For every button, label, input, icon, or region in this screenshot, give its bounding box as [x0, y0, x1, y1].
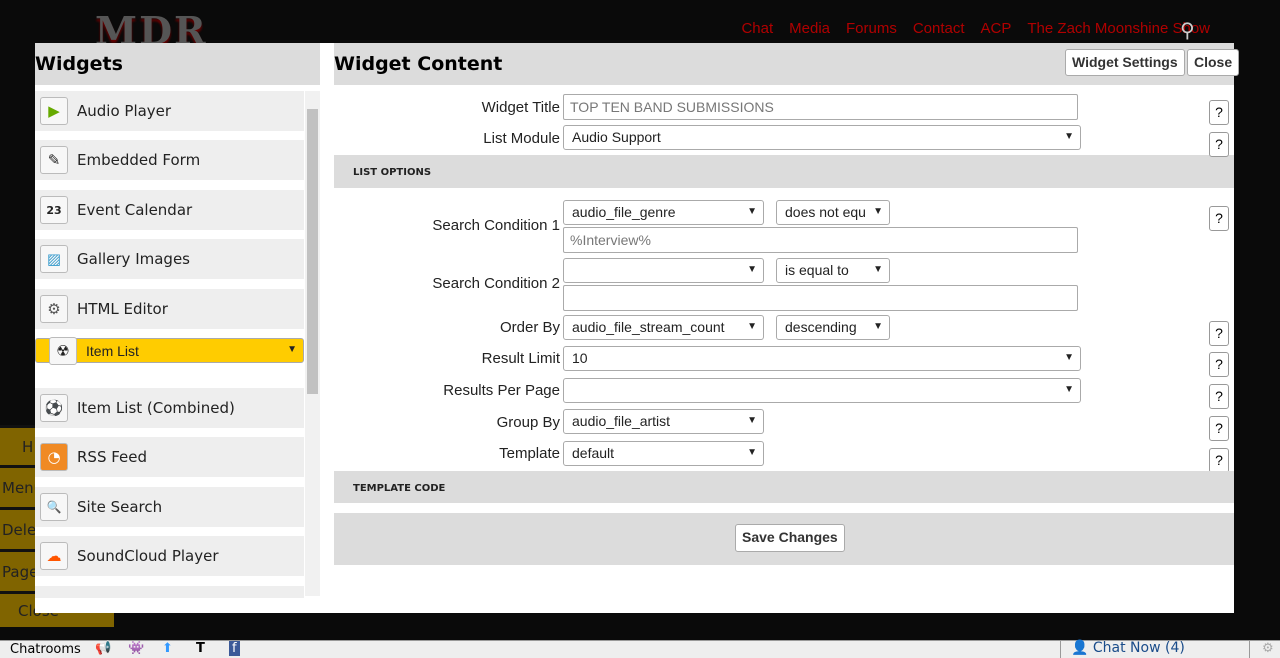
- chat-now-button[interactable]: 👤 Chat Now (4): [1060, 640, 1250, 658]
- widget-title-input[interactable]: TOP TEN BAND SUBMISSIONS: [563, 94, 1078, 120]
- widget-item-item-list-combined[interactable]: ⚽ Item List (Combined): [35, 388, 304, 428]
- widget-label: Gallery Images: [77, 250, 190, 268]
- gear-icon: ⚙: [40, 295, 68, 323]
- help-button-search-condition[interactable]: ?: [1209, 206, 1229, 231]
- group-by-select[interactable]: audio_file_artist: [563, 409, 764, 434]
- search-condition-2-label: Search Condition 2: [432, 275, 560, 292]
- rss-icon: ◔: [40, 443, 68, 471]
- widget-label: Embedded Form: [77, 151, 201, 169]
- invader-icon[interactable]: 👾: [128, 641, 144, 656]
- widget-label: Site Search: [77, 498, 163, 516]
- chatrooms-button[interactable]: Chatrooms: [10, 642, 81, 657]
- order-by-label: Order By: [499, 319, 560, 336]
- widget-item-item-list[interactable]: ☢ Item List: [35, 336, 304, 365]
- user-online-icon: 👤: [1071, 640, 1089, 656]
- widget-item-rss-feed[interactable]: ◔ RSS Feed: [35, 437, 304, 477]
- group-by-label: Group By: [496, 414, 560, 431]
- widget-label: Event Calendar: [77, 201, 193, 219]
- content-header: Widget Content Widget Settings Close: [334, 43, 1240, 85]
- radiation-icon: ☢: [49, 336, 77, 365]
- widgets-heading: Widgets: [35, 43, 320, 85]
- search-condition-2-value[interactable]: [563, 285, 1078, 311]
- search-condition-1-label: Search Condition 1: [432, 217, 560, 234]
- nav-contact[interactable]: Contact: [913, 20, 965, 37]
- bottom-taskbar: Chatrooms 📢 👾 ⬆ T f 👤 Chat Now (4) ⚙: [0, 640, 1280, 658]
- search-condition-1-operator[interactable]: does not equ: [776, 200, 890, 225]
- widget-item-html-editor[interactable]: ⚙ HTML Editor: [35, 289, 304, 329]
- magnifier-icon: 🔍: [40, 493, 68, 521]
- widget-item-site-search[interactable]: 🔍 Site Search: [35, 487, 304, 527]
- help-button-order-by[interactable]: ?: [1209, 321, 1229, 346]
- help-button-results-per-page[interactable]: ?: [1209, 384, 1229, 409]
- widget-item-soundcloud-player[interactable]: ☁ SoundCloud Player: [35, 536, 304, 576]
- widget-label: SoundCloud Player: [77, 547, 219, 565]
- text-icon[interactable]: T: [196, 641, 205, 656]
- content-title: Widget Content: [334, 53, 503, 75]
- widget-item-gallery-images[interactable]: ▨ Gallery Images: [35, 239, 304, 279]
- image-icon: ▨: [40, 245, 68, 273]
- nav-acp[interactable]: ACP: [981, 20, 1012, 37]
- help-button-group-by[interactable]: ?: [1209, 416, 1229, 441]
- template-code-header: TEMPLATE CODE: [334, 471, 1234, 503]
- list-module-select[interactable]: Audio Support: [563, 125, 1081, 150]
- list-module-label: List Module: [483, 130, 560, 147]
- nav-forums[interactable]: Forums: [846, 20, 897, 37]
- order-by-direction[interactable]: descending: [776, 315, 890, 340]
- widget-label: Item List: [86, 342, 139, 359]
- scrollbar-thumb[interactable]: [307, 109, 318, 394]
- template-select[interactable]: default: [563, 441, 764, 466]
- widget-label: Audio Player: [77, 102, 172, 120]
- settings-gear-icon[interactable]: ⚙: [1262, 641, 1274, 656]
- search-condition-2-operator[interactable]: is equal to: [776, 258, 890, 283]
- ball-icon: ⚽: [40, 394, 68, 422]
- widget-item-audio-player[interactable]: ▶ Audio Player: [35, 91, 304, 131]
- arrow-up-icon[interactable]: ⬆: [162, 641, 173, 656]
- results-per-page-select[interactable]: [563, 378, 1081, 403]
- template-label: Template: [499, 445, 560, 462]
- help-button-result-limit[interactable]: ?: [1209, 352, 1229, 377]
- widget-label: HTML Editor: [77, 300, 168, 318]
- nav-media[interactable]: Media: [789, 20, 830, 37]
- search-condition-1-field[interactable]: audio_file_genre: [563, 200, 764, 225]
- widget-settings-button[interactable]: Widget Settings: [1065, 49, 1185, 76]
- calendar-icon: 23: [40, 196, 68, 224]
- search-condition-2-field[interactable]: [563, 258, 764, 283]
- search-icon[interactable]: ⚲: [1180, 18, 1195, 42]
- result-limit-label: Result Limit: [481, 350, 560, 367]
- help-button-template[interactable]: ?: [1209, 448, 1229, 473]
- widget-label: Item List (Combined): [77, 399, 235, 417]
- widget-modal: Widgets ▶ Audio Player ✎ Embedded Form 23 E…: [35, 43, 1240, 613]
- widget-list-scrollbar[interactable]: [305, 91, 320, 596]
- help-button-widget-title[interactable]: ?: [1209, 100, 1229, 125]
- save-bar: Save Changes: [334, 513, 1234, 565]
- order-by-field[interactable]: audio_file_stream_count: [563, 315, 764, 340]
- soundcloud-icon: ☁: [40, 542, 68, 570]
- results-per-page-label: Results Per Page: [443, 382, 560, 399]
- nav-chat[interactable]: Chat: [741, 20, 773, 37]
- chat-now-label: Chat Now (4): [1092, 640, 1185, 656]
- help-button-list-module[interactable]: ?: [1209, 132, 1229, 157]
- play-icon: ▶: [40, 97, 68, 125]
- form-icon: ✎: [40, 146, 68, 174]
- close-button[interactable]: Close: [1187, 49, 1240, 76]
- widget-item-partial[interactable]: [35, 586, 304, 598]
- search-condition-1-value[interactable]: %Interview%: [563, 227, 1078, 253]
- facebook-icon[interactable]: f: [229, 641, 240, 656]
- megaphone-icon[interactable]: 📢: [95, 641, 111, 656]
- widget-title-label: Widget Title: [481, 99, 560, 116]
- top-nav: Chat Media Forums Contact ACP The Zach M…: [741, 20, 1210, 37]
- save-changes-button[interactable]: Save Changes: [735, 524, 845, 552]
- widget-item-embedded-form[interactable]: ✎ Embedded Form: [35, 140, 304, 180]
- result-limit-select[interactable]: 10: [563, 346, 1081, 371]
- widget-label: RSS Feed: [77, 448, 148, 466]
- list-options-header: LIST OPTIONS: [334, 155, 1234, 188]
- widget-item-event-calendar[interactable]: 23 Event Calendar: [35, 190, 304, 230]
